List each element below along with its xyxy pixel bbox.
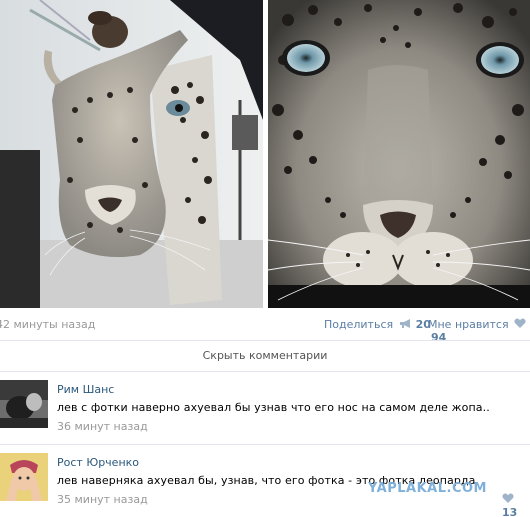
like-count: 94 <box>431 331 447 344</box>
divider <box>0 340 530 341</box>
watermark: YAPLAKAL.COM <box>368 481 487 496</box>
comment-like-count: 13 <box>502 506 518 517</box>
avatar[interactable] <box>0 380 48 428</box>
heart-icon <box>502 493 514 504</box>
avatar[interactable] <box>0 453 48 501</box>
post-time[interactable]: 42 минуты назад <box>0 318 95 331</box>
share-label: Поделиться <box>324 318 394 331</box>
comment-like-button[interactable]: 13 <box>502 493 530 517</box>
post-photos <box>0 0 530 308</box>
leopard-face-photo[interactable] <box>268 0 530 308</box>
like-label: Мне нравится <box>428 318 509 331</box>
share-button[interactable]: Поделиться 20 <box>324 318 431 331</box>
divider <box>0 371 530 372</box>
comment-time[interactable]: 36 минут назад <box>57 420 148 433</box>
heart-icon <box>514 318 526 329</box>
comment-author[interactable]: Рост Юрченко <box>57 456 139 469</box>
divider <box>0 444 530 445</box>
bodypaint-photo-studio[interactable] <box>0 0 263 308</box>
post-meta-row: 42 минуты назад Поделиться 20 Мне нравит… <box>0 316 530 344</box>
comment-item: Рим Шанс лев с фотки наверно ахуевал бы … <box>0 378 530 440</box>
megaphone-icon <box>399 318 413 329</box>
comment-time[interactable]: 35 минут назад <box>57 493 148 506</box>
comment-text: лев с фотки наверно ахуевал бы узнав что… <box>57 401 490 414</box>
comment-author[interactable]: Рим Шанс <box>57 383 114 396</box>
hide-comments-link[interactable]: Скрыть комментарии <box>0 349 530 362</box>
